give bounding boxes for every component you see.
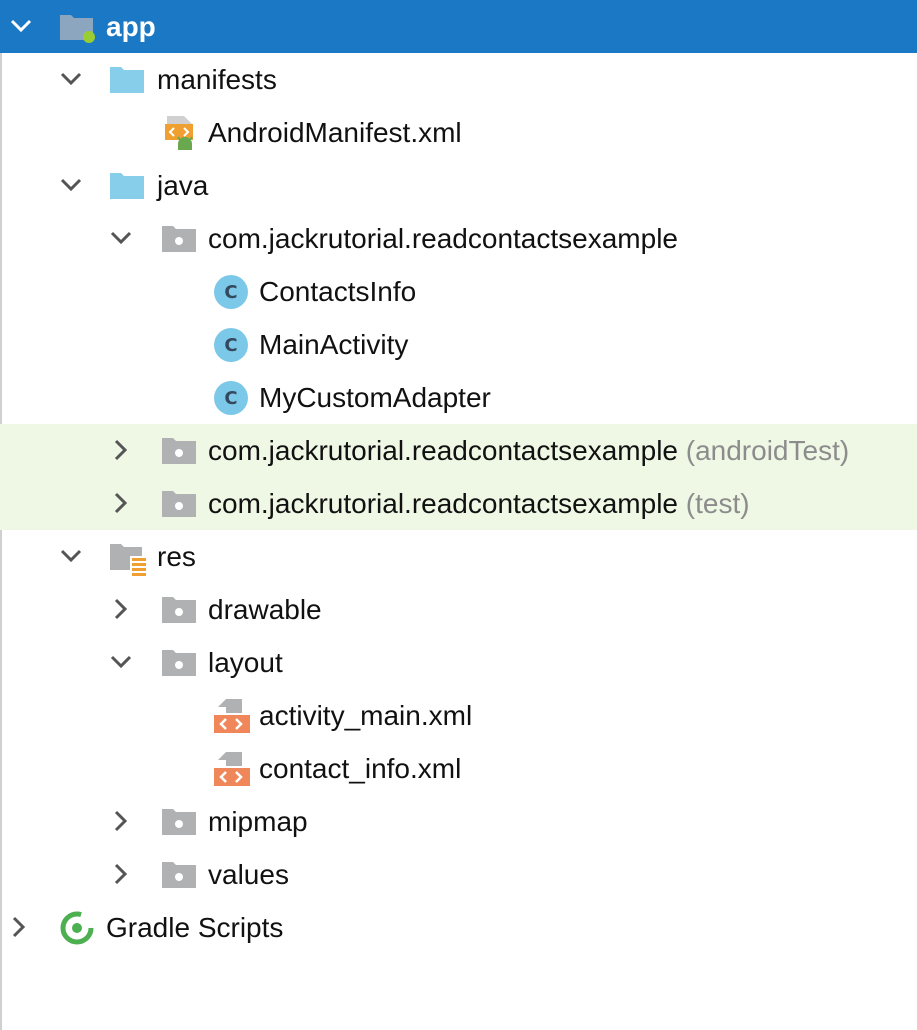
chevron-right-icon[interactable]: [108, 596, 134, 622]
class-icon: C: [212, 326, 250, 364]
tree-node-label: drawable: [208, 594, 322, 625]
tree-node-label: app: [106, 11, 156, 42]
class-icon-letter: C: [214, 328, 248, 362]
package-name: com.jackrutorial.readcontactsexample: [208, 488, 678, 519]
tree-node-class-mycustomadapter[interactable]: C MyCustomAdapter: [0, 371, 917, 424]
chevron-down-icon[interactable]: [58, 172, 84, 198]
source-set-suffix: (test): [685, 488, 750, 519]
tree-node-manifests[interactable]: manifests: [0, 53, 917, 106]
tree-node-app[interactable]: app: [0, 0, 917, 53]
tree-node-label: activity_main.xml: [259, 700, 473, 731]
source-folder-icon: [108, 167, 146, 205]
source-folder-icon: [108, 61, 146, 99]
class-icon-letter: C: [214, 275, 248, 309]
tree-node-label: res: [157, 541, 196, 572]
chevron-right-icon[interactable]: [6, 914, 32, 940]
tree-node-res[interactable]: res: [0, 530, 917, 583]
tree-node-mipmap[interactable]: mipmap: [0, 795, 917, 848]
tree-node-label: ContactsInfo: [259, 276, 417, 307]
chevron-right-icon[interactable]: [108, 861, 134, 887]
project-tree: app manifests AndroidManifest.xml java c…: [0, 0, 917, 954]
tree-node-gradle-scripts[interactable]: Gradle Scripts: [0, 901, 917, 954]
tree-node-label: com.jackrutorial.readcontactsexample: [208, 223, 678, 254]
tree-node-java[interactable]: java: [0, 159, 917, 212]
tree-node-label: manifests: [157, 64, 277, 95]
chevron-right-icon[interactable]: [108, 437, 134, 463]
chevron-down-icon[interactable]: [108, 225, 134, 251]
tree-node-label: layout: [208, 647, 283, 678]
layout-xml-icon: [212, 750, 250, 788]
tree-node-label: com.jackrutorial.readcontactsexample (an…: [208, 434, 849, 468]
package-name: com.jackrutorial.readcontactsexample: [208, 435, 678, 466]
tree-node-label: com.jackrutorial.readcontactsexample (te…: [208, 487, 750, 521]
package-icon: [160, 644, 198, 682]
tree-node-drawable[interactable]: drawable: [0, 583, 917, 636]
tree-node-label: contact_info.xml: [259, 753, 462, 784]
resources-folder-icon: [108, 538, 148, 576]
tree-node-label: AndroidManifest.xml: [208, 117, 462, 148]
layout-xml-icon: [212, 697, 250, 735]
chevron-right-icon[interactable]: [108, 490, 134, 516]
tree-node-label: MyCustomAdapter: [259, 382, 491, 413]
source-set-suffix: (androidTest): [685, 435, 850, 466]
tree-node-activity-main-xml[interactable]: activity_main.xml: [0, 689, 917, 742]
tree-node-label: mipmap: [208, 806, 308, 837]
class-icon: C: [212, 379, 250, 417]
module-folder-icon: [58, 8, 96, 46]
tree-node-label: java: [157, 170, 209, 201]
chevron-down-icon[interactable]: [8, 13, 34, 39]
tree-node-contact-info-xml[interactable]: contact_info.xml: [0, 742, 917, 795]
tree-node-android-manifest[interactable]: AndroidManifest.xml: [0, 106, 917, 159]
package-icon: [160, 856, 198, 894]
gradle-icon: [58, 909, 96, 947]
class-icon: C: [212, 273, 250, 311]
package-icon: [160, 432, 198, 470]
chevron-down-icon[interactable]: [108, 649, 134, 675]
tree-node-label: Gradle Scripts: [106, 912, 284, 943]
tree-node-class-mainactivity[interactable]: C MainActivity: [0, 318, 917, 371]
tree-node-class-contactsinfo[interactable]: C ContactsInfo: [0, 265, 917, 318]
class-icon-letter: C: [214, 381, 248, 415]
chevron-down-icon[interactable]: [58, 543, 84, 569]
tree-node-layout[interactable]: layout: [0, 636, 917, 689]
tree-node-label: MainActivity: [259, 329, 409, 360]
chevron-down-icon[interactable]: [58, 66, 84, 92]
package-icon: [160, 220, 198, 258]
package-icon: [160, 485, 198, 523]
chevron-right-icon[interactable]: [108, 808, 134, 834]
tree-node-package-main[interactable]: com.jackrutorial.readcontactsexample: [0, 212, 917, 265]
android-manifest-icon: [162, 114, 200, 152]
package-icon: [160, 803, 198, 841]
tree-node-package-test[interactable]: com.jackrutorial.readcontactsexample (te…: [0, 477, 917, 530]
tree-node-values[interactable]: values: [0, 848, 917, 901]
tree-node-package-androidtest[interactable]: com.jackrutorial.readcontactsexample (an…: [0, 424, 917, 477]
tree-node-label: values: [208, 859, 289, 890]
package-icon: [160, 591, 198, 629]
